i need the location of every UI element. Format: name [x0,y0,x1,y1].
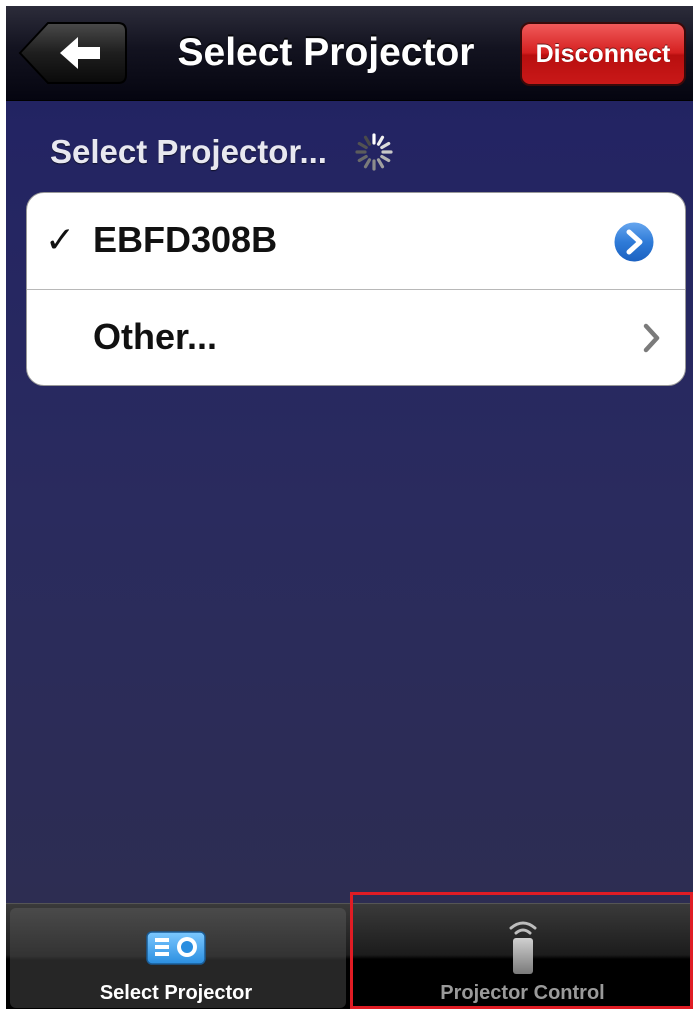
list-item[interactable]: ✓ EBFD308B [27,193,685,290]
app-screen: Select Projector Disconnect Select Proje… [6,6,693,1009]
section-header: Select Projector... [50,133,327,170]
back-button[interactable] [16,20,128,86]
navigation-bar: Select Projector Disconnect [6,6,693,101]
tab-label: Projector Control [440,982,605,1004]
detail-disclosure-icon[interactable] [611,219,657,265]
back-arrow-icon [18,22,127,84]
remote-control-icon [509,921,536,974]
list-item[interactable]: Other... [27,290,685,385]
page-title: Select Projector [177,31,475,74]
activity-spinner-icon [355,133,393,171]
disconnect-button[interactable]: Disconnect [520,22,686,86]
tab-bar: Select Projector Projector Control [6,903,693,1009]
chevron-right-icon [643,323,660,353]
tab-label: Select Projector [99,982,253,1004]
checkmark-icon: ✓ [45,219,76,260]
projector-icon [146,931,206,965]
list-item-label: EBFD308B [93,219,278,260]
list-item-label: Other... [93,316,218,357]
tab-projector-control[interactable]: Projector Control [352,904,693,1009]
tab-select-projector[interactable]: Select Projector [6,904,346,1009]
projector-list: ✓ EBFD308B Other... [26,192,686,386]
